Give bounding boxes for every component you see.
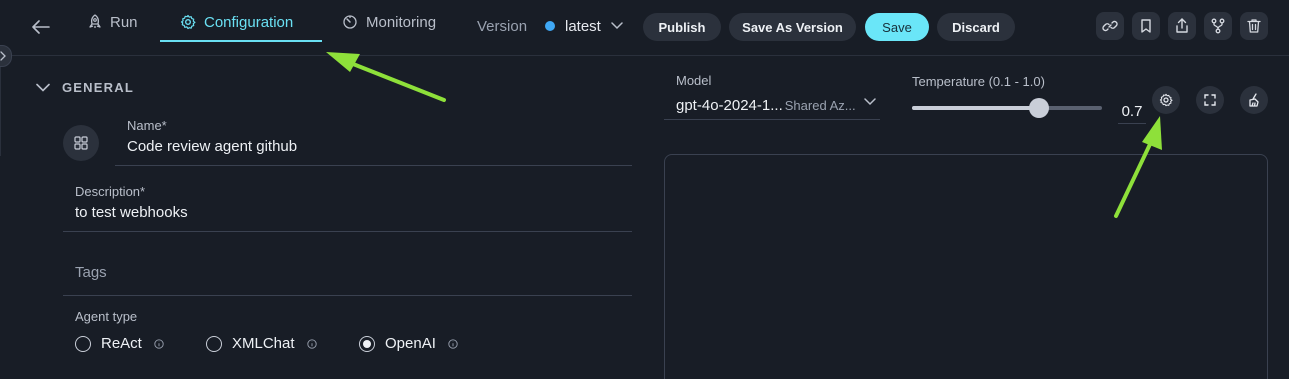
export-button[interactable] — [1168, 12, 1196, 40]
bookmark-icon — [1141, 19, 1151, 33]
copy-link-button[interactable] — [1096, 12, 1124, 40]
bookmark-button[interactable] — [1132, 12, 1160, 40]
info-icon[interactable] — [154, 338, 164, 349]
model-label: Model — [676, 73, 712, 88]
delete-button[interactable] — [1240, 12, 1268, 40]
publish-button[interactable]: Publish — [643, 13, 721, 41]
model-select[interactable]: gpt-4o-2024-1... Shared Az... — [664, 92, 880, 120]
info-icon[interactable] — [306, 338, 317, 349]
left-panel-divider — [0, 56, 1, 156]
clear-button[interactable] — [1240, 86, 1268, 114]
expand-sidebar-handle[interactable] — [0, 45, 12, 67]
gauge-icon — [343, 15, 357, 29]
model-settings-button[interactable] — [1152, 86, 1180, 114]
general-section-title: GENERAL — [62, 80, 134, 95]
agent-type-xmlchat[interactable]: XMLChat — [206, 335, 317, 352]
temperature-label: Temperature (0.1 - 1.0) — [912, 74, 1045, 89]
model-name: gpt-4o-2024-1... — [676, 97, 783, 114]
fullscreen-button[interactable] — [1196, 86, 1224, 114]
active-tab-indicator — [160, 40, 322, 42]
agent-type-openai[interactable]: OpenAI — [359, 335, 458, 352]
radio-openai[interactable] — [359, 335, 375, 352]
rocket-icon — [89, 14, 101, 28]
grid-icon — [74, 136, 88, 150]
tags-underline — [63, 295, 632, 296]
discard-button[interactable]: Discard — [937, 13, 1015, 41]
info-icon[interactable] — [448, 338, 458, 349]
name-label: Name* — [127, 118, 167, 133]
version-status-dot — [545, 21, 555, 31]
link-icon — [1102, 20, 1118, 32]
tab-monitoring[interactable]: Monitoring — [342, 0, 436, 44]
trash-icon — [1247, 19, 1261, 33]
version-value: latest — [565, 17, 601, 35]
radio-xmlchat[interactable] — [206, 335, 222, 352]
save-as-version-button[interactable]: Save As Version — [729, 13, 856, 41]
version-select[interactable]: latest — [545, 15, 623, 37]
back-button[interactable] — [28, 14, 54, 40]
radio-react[interactable] — [75, 335, 91, 352]
share-icon — [1176, 18, 1188, 33]
description-underline — [63, 231, 632, 232]
version-label: Version — [477, 18, 528, 35]
fork-icon — [1211, 18, 1225, 34]
tab-run[interactable]: Run — [88, 0, 138, 44]
name-underline — [115, 165, 632, 166]
top-bar: Run Configuration Monitoring Version lat… — [0, 0, 1289, 56]
instructions-editor[interactable] — [664, 154, 1268, 379]
agent-avatar[interactable] — [63, 125, 99, 161]
chevron-right-icon — [0, 51, 6, 61]
temperature-slider[interactable] — [912, 98, 1102, 118]
gear-icon — [1159, 93, 1173, 107]
chevron-down-icon — [611, 22, 623, 30]
model-provider: Shared Az... — [784, 98, 856, 113]
temperature-slider-fill — [912, 106, 1039, 110]
agent-type-react[interactable]: ReAct — [75, 335, 164, 352]
broom-icon — [1249, 93, 1259, 107]
tab-configuration[interactable]: Configuration — [180, 0, 293, 44]
agent-type-openai-label: OpenAI — [385, 335, 436, 352]
description-input[interactable]: to test webhooks — [75, 204, 188, 221]
temperature-value[interactable]: 0.7 — [1118, 100, 1146, 124]
fork-button[interactable] — [1204, 12, 1232, 40]
agent-type-react-label: ReAct — [101, 335, 142, 352]
temperature-slider-thumb[interactable] — [1028, 98, 1049, 118]
general-section-toggle[interactable]: GENERAL — [36, 80, 134, 95]
gear-icon — [180, 14, 196, 30]
tab-configuration-label: Configuration — [204, 13, 294, 31]
description-label: Description* — [75, 184, 146, 199]
agent-type-xmlchat-label: XMLChat — [232, 335, 295, 352]
tab-run-label: Run — [110, 13, 138, 31]
agent-type-label: Agent type — [75, 309, 138, 324]
expand-icon — [1204, 94, 1216, 106]
save-button[interactable]: Save — [865, 13, 929, 41]
tags-input[interactable]: Tags — [75, 264, 107, 281]
chevron-down-icon — [864, 98, 876, 106]
tab-monitoring-label: Monitoring — [366, 13, 437, 31]
name-input[interactable]: Code review agent github — [127, 138, 297, 155]
arrow-left-icon — [32, 20, 50, 34]
chevron-down-icon — [36, 83, 50, 92]
